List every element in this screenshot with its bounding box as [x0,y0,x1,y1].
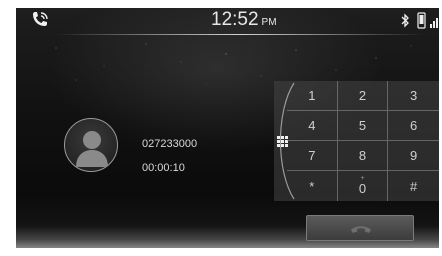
key-5[interactable]: 5 [337,111,389,141]
key-0-sublabel: + [360,175,365,182]
caller-number: 027233000 [142,138,198,150]
key-9[interactable]: 9 [388,141,439,171]
bluetooth-icon [401,13,409,28]
end-call-button[interactable] [306,215,414,241]
key-2[interactable]: 2 [337,81,389,111]
hang-up-icon [351,226,371,233]
key-star[interactable]: * [287,171,338,201]
dial-keypad: 1 2 3 4 5 6 7 8 9 * +0 # [287,81,439,201]
clock: 12:52 PM [211,9,277,31]
contact-avatar [64,118,118,172]
key-1[interactable]: 1 [287,81,338,111]
key-4[interactable]: 4 [287,111,338,141]
key-6[interactable]: 6 [388,111,439,141]
call-screen: 12:52 PM 027233000 00:00:10 1 2 3 4 5 6 … [16,8,439,248]
key-hash[interactable]: # [388,171,439,201]
status-bar: 12:52 PM [16,8,439,36]
clock-ampm: PM [261,17,277,28]
clock-time: 12:52 [211,9,259,30]
key-3[interactable]: 3 [388,81,439,111]
key-0[interactable]: +0 [338,171,389,201]
phone-icon [417,12,426,29]
person-icon [76,131,108,167]
signal-icon [430,18,438,28]
call-active-icon [33,12,48,26]
key-7[interactable]: 7 [287,141,338,171]
key-8[interactable]: 8 [337,141,389,171]
call-duration: 00:00:10 [142,162,185,174]
status-divider [54,34,425,35]
